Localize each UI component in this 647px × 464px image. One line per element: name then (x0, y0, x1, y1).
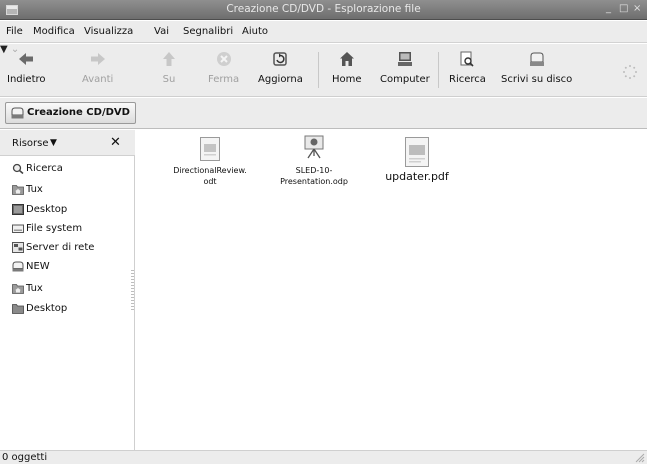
sidebar-selector[interactable]: Risorse (12, 138, 49, 149)
back-button[interactable]: Indietro (7, 50, 46, 85)
reload-button[interactable]: Aggiorna (258, 50, 303, 85)
menu-bookmarks[interactable]: Segnalibri (183, 26, 233, 37)
search-button[interactable]: Ricerca (449, 50, 486, 85)
disc-burner-icon (529, 52, 544, 66)
activity-spinner-icon (623, 65, 637, 79)
chevron-down-icon[interactable]: ▼ (50, 138, 57, 148)
search-icon (460, 51, 475, 67)
status-bar: 0 oggetti (0, 450, 647, 464)
location-bar: Creazione CD/DVD (0, 98, 647, 129)
file-icon-view: DirectionalReview. odt SLED-10- Presenta… (136, 130, 647, 450)
computer-button[interactable]: Computer (380, 50, 430, 85)
search-icon (12, 163, 24, 174)
home-folder-icon (12, 185, 24, 195)
maximize-button[interactable]: □ (619, 3, 628, 14)
presentation-icon (304, 135, 324, 159)
document-icon (200, 137, 220, 161)
drive-icon (12, 224, 24, 233)
folder-icon (12, 304, 24, 314)
sidebar-item-ricerca[interactable]: Ricerca (12, 160, 63, 177)
stop-icon (216, 52, 231, 66)
sidebar: Risorse ▼ ✕ Ricerca Tux Desktop File sys… (0, 130, 135, 450)
resize-grip-icon[interactable] (635, 453, 645, 463)
sidebar-item-new-disc[interactable]: NEW (12, 258, 50, 275)
up-button[interactable]: Su (160, 50, 178, 85)
file-item-updater-pdf[interactable]: updater.pdf (372, 136, 462, 182)
back-arrow-icon (19, 53, 34, 65)
network-icon (12, 242, 24, 253)
close-button[interactable]: × (633, 3, 641, 14)
home-button[interactable]: Home (332, 50, 362, 85)
pdf-icon (405, 137, 429, 167)
toolbar-separator (438, 52, 439, 88)
forward-arrow-icon (90, 53, 105, 65)
menu-file[interactable]: File (6, 26, 23, 37)
sidebar-item-desktop[interactable]: Desktop (12, 201, 67, 218)
home-icon (339, 52, 354, 66)
stop-button[interactable]: Ferma (208, 50, 239, 85)
forward-button[interactable]: Avanti (82, 50, 113, 85)
optical-drive-icon (12, 261, 24, 272)
title-bar: Creazione CD/DVD - Esplorazione file _ □… (0, 0, 647, 20)
up-arrow-icon (163, 52, 175, 66)
sidebar-item-tux-bookmark[interactable]: Tux (12, 280, 43, 297)
desktop-icon (12, 204, 24, 215)
window-title: Creazione CD/DVD - Esplorazione file (226, 3, 421, 15)
file-item-sled-presentation[interactable]: SLED-10- Presentation.odp (272, 134, 356, 187)
sidebar-header: Risorse ▼ ✕ (0, 130, 135, 156)
burn-to-disc-button[interactable]: Scrivi su disco (501, 50, 572, 85)
file-item-directional-review[interactable]: DirectionalReview. odt (170, 136, 250, 187)
toolbar: Indietro ▼ Avanti ⌄ Su Ferma Aggiorna Ho… (0, 44, 647, 97)
menu-view[interactable]: Visualizza (84, 26, 133, 37)
home-folder-icon (12, 284, 24, 294)
menu-go[interactable]: Vai (154, 26, 169, 37)
status-text: 0 oggetti (2, 452, 48, 463)
computer-icon (397, 52, 412, 66)
sidebar-item-tux[interactable]: Tux (12, 181, 43, 198)
menu-help[interactable]: Aiuto (242, 26, 268, 37)
location-path-button[interactable]: Creazione CD/DVD (5, 102, 136, 124)
toolbar-separator (318, 52, 319, 88)
sidebar-item-file-system[interactable]: File system (12, 220, 82, 237)
sidebar-close-button[interactable]: ✕ (110, 135, 121, 150)
sidebar-item-network-servers[interactable]: Server di rete (12, 239, 94, 256)
reload-icon (273, 52, 288, 66)
menu-bar: File Modifica Visualizza Vai Segnalibri … (0, 21, 647, 43)
pane-resize-handle[interactable] (131, 270, 134, 310)
sidebar-item-desktop-bookmark[interactable]: Desktop (12, 300, 67, 317)
minimize-button[interactable]: _ (606, 3, 611, 14)
menu-edit[interactable]: Modifica (33, 26, 75, 37)
optical-drive-icon (11, 107, 24, 119)
